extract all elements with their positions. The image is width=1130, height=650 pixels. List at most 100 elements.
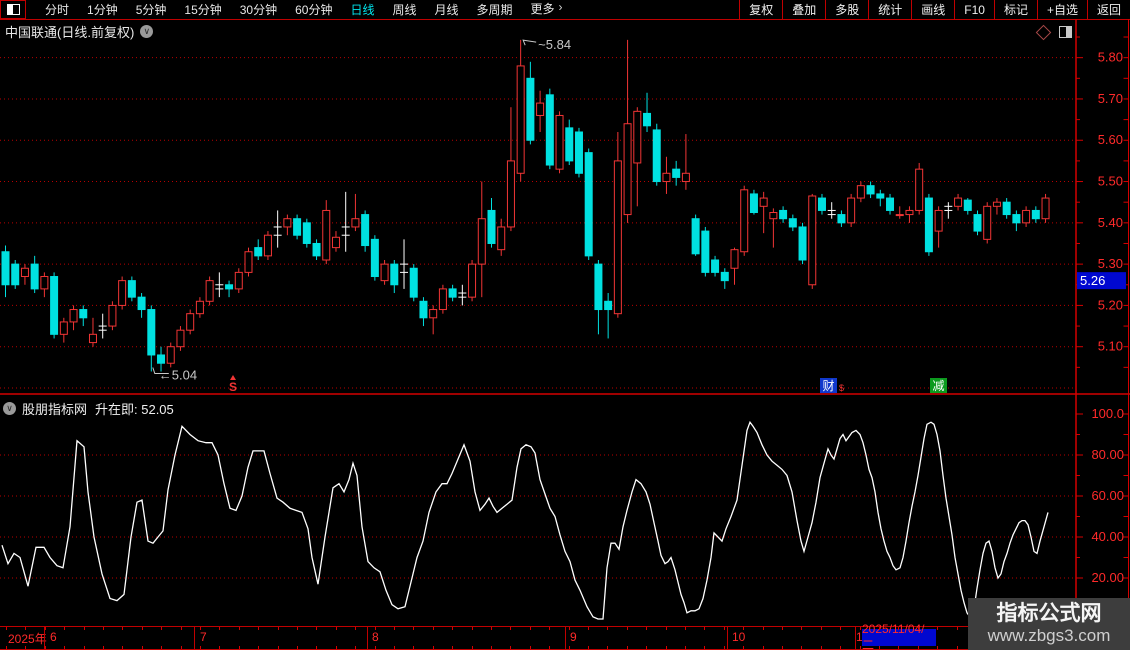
candle-body [283,218,292,228]
time-tick [432,627,434,630]
time-tick [626,646,628,649]
chevron-down-icon[interactable]: ∨ [3,402,16,415]
time-tick [956,646,958,649]
time-tick [529,646,531,649]
indicator-line-chart[interactable]: 100.0 80.00 60.00 40.00 20.00 [0,395,1130,626]
month-label: 6 [50,630,57,644]
time-tick [917,646,919,649]
toolbar-button-8[interactable]: 返回 [1086,0,1130,19]
candle-body [225,284,234,290]
time-tick [529,627,531,630]
candle-body [973,214,982,232]
period-item-6[interactable]: 日线 [341,1,383,18]
time-tick [83,627,85,630]
candle-body [468,263,477,298]
period-item-4[interactable]: 30分钟 [231,1,286,18]
candle-body [312,242,321,257]
candle-body [419,300,428,319]
period-item-5[interactable]: 60分钟 [286,1,341,18]
time-tick [277,627,279,630]
candle-body [749,193,758,214]
toolbar-button-0[interactable]: 复权 [739,0,782,19]
candle-body [847,197,856,224]
diamond-icon[interactable] [1035,24,1052,40]
candle-body [244,251,253,273]
price-axis-label: 5.20 [1098,297,1123,312]
indicator-line [1,420,1049,620]
toolbar-button-4[interactable]: 画线 [911,0,954,19]
time-tick [103,627,104,630]
time-tick [762,627,764,630]
candle-body [934,209,943,232]
toolbar-button-7[interactable]: +自选 [1036,0,1087,19]
candle-body [662,172,671,183]
candle-body [856,185,865,199]
toolbar-right-buttons: 复权 叠加 多股 统计 画线 F10 标记 +自选 返回 [739,0,1130,19]
toolbar-button-6[interactable]: 标记 [993,0,1037,19]
period-item-0[interactable]: 分时 [36,1,78,18]
candle-body [263,234,272,257]
time-tick [297,627,298,630]
watermark-url: www.zbgs3.com [987,626,1111,645]
chevron-down-icon[interactable]: ∨ [140,25,154,38]
time-tick [25,627,27,630]
time-axis[interactable]: 2025年 2025/11/04/二 6 7 8 9 10 1 [0,622,1130,650]
cai-marker: 财 [822,379,834,393]
candle-body [59,321,68,335]
time-tick [646,627,648,630]
candle-body [1041,197,1050,220]
time-tick [374,646,376,649]
time-tick [956,627,958,630]
menu-item-more[interactable]: 更多 [522,0,559,19]
period-item-2[interactable]: 5分钟 [127,1,176,18]
toolbar-button-5[interactable]: F10 [954,0,994,19]
time-tick [219,646,221,649]
time-tick [588,646,589,649]
period-item-7[interactable]: 周线 [383,1,425,18]
period-item-9[interactable]: 多周期 [468,1,522,18]
candle-body [176,329,185,348]
watermark: 指标公式网 www.zbgs3.com [968,598,1130,650]
time-tick [646,646,648,649]
time-tick [588,627,589,630]
time-tick [180,627,182,630]
time-tick [161,646,163,649]
price-tag: 5.26 [1080,273,1105,288]
window-split-icon[interactable] [0,0,26,19]
candle-body [623,123,632,216]
time-tick [452,627,454,630]
candle-body [895,214,904,217]
panel-split-icon[interactable] [1059,26,1072,38]
indicator-name: 股朋指标网 [22,402,88,417]
toolbar-button-1[interactable]: 叠加 [782,0,825,19]
candle-body [963,199,972,211]
time-tick [355,646,357,649]
candle-body [205,280,214,302]
candle-body [137,296,146,311]
main-candlestick-chart[interactable]: 5.80 5.70 5.60 5.50 5.40 5.30 5.20 5.10 ~5.84 ←5.… [0,19,1130,395]
month-label: 10 [732,630,746,644]
time-tick [510,646,512,649]
candle-body [701,230,710,273]
toolbar-button-2[interactable]: 多股 [825,0,868,19]
time-tick [762,646,764,649]
time-tick [685,646,686,649]
time-tick [937,627,939,630]
indicator-value: 升在即: 52.05 [95,402,174,417]
candle-body [837,214,846,224]
candle-body [720,271,729,282]
candle-body [924,197,933,253]
period-item-3[interactable]: 15分钟 [175,1,230,18]
partial-month-label: 1 [856,630,863,644]
period-item-1[interactable]: 1分钟 [78,1,127,18]
candle-body [866,185,875,195]
candle-body [438,288,447,311]
price-axis-label: 5.10 [1098,339,1123,354]
time-tick [258,627,260,630]
period-item-8[interactable]: 月线 [426,1,468,18]
candle-body [633,110,642,164]
month-separator [727,627,728,649]
toolbar-button-3[interactable]: 统计 [868,0,911,19]
candle-body [886,197,895,211]
more-arrow-icon: › [558,0,563,14]
